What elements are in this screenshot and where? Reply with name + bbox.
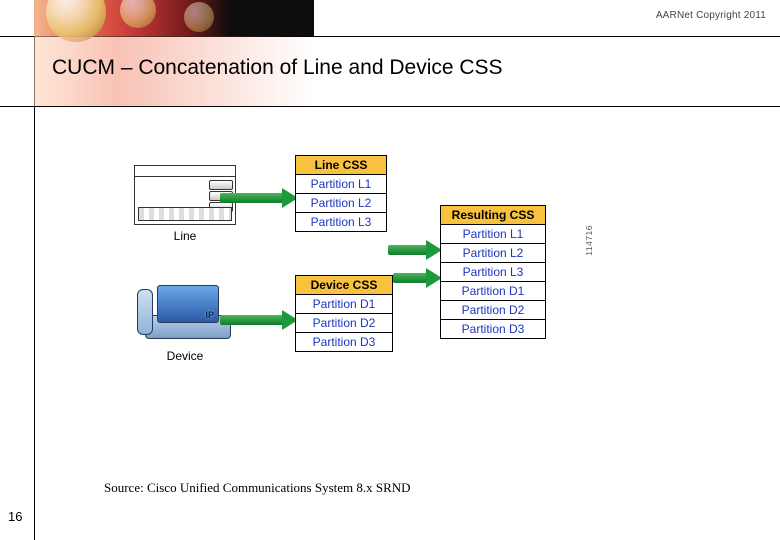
partition-row: Partition L3 (441, 263, 545, 282)
slide-title: CUCM – Concatenation of Line and Device … (52, 56, 503, 80)
arrow-line-to-linecss (220, 191, 298, 205)
device-css-header: Device CSS (296, 276, 392, 295)
partition-row: Partition L2 (441, 244, 545, 263)
arrow-linecss-to-result (388, 243, 442, 257)
device-css-block: Device CSS Partition D1 Partition D2 Par… (295, 275, 393, 352)
partition-row: Partition D1 (441, 282, 545, 301)
partition-row: Partition D3 (441, 320, 545, 338)
line-css-header: Line CSS (296, 156, 386, 175)
arrow-devicecss-to-result (393, 271, 442, 285)
resulting-css-header: Resulting CSS (441, 206, 545, 225)
bokeh-dot (184, 2, 214, 32)
title-band: CUCM – Concatenation of Line and Device … (0, 36, 780, 107)
partition-row: Partition D1 (296, 295, 392, 314)
top-bar: AARNet Copyright 2011 (0, 0, 780, 37)
page-number: 16 (8, 509, 22, 524)
source-citation: Source: Cisco Unified Communications Sys… (104, 480, 411, 496)
diagram: Line Device Line CSS Partition L1 Partit… (120, 155, 580, 385)
partition-row: Partition L3 (296, 213, 386, 231)
device-label: Device (120, 349, 250, 363)
figure-number: 114716 (584, 225, 596, 256)
copyright-text: AARNet Copyright 2011 (656, 10, 766, 21)
partition-row: Partition D3 (296, 333, 392, 351)
partition-row: Partition L1 (296, 175, 386, 194)
resulting-css-block: Resulting CSS Partition L1 Partition L2 … (440, 205, 546, 339)
partition-row: Partition D2 (296, 314, 392, 333)
partition-row: Partition L2 (296, 194, 386, 213)
partition-row: Partition L1 (441, 225, 545, 244)
line-css-block: Line CSS Partition L1 Partition L2 Parti… (295, 155, 387, 232)
line-label: Line (120, 229, 250, 243)
partition-row: Partition D2 (441, 301, 545, 320)
arrow-device-to-devicecss (220, 313, 298, 327)
